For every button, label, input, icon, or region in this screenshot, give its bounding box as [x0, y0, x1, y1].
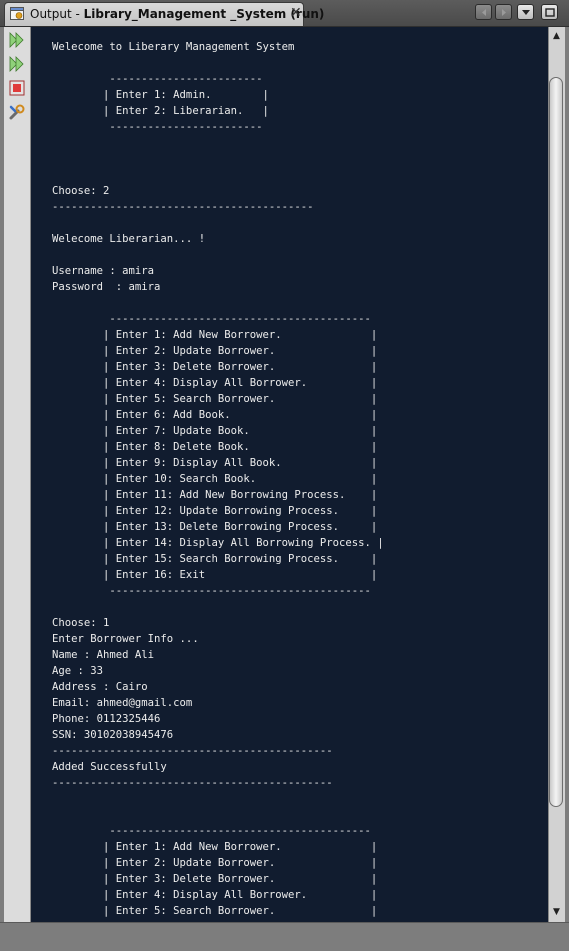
console-line: | Enter 6: Add Book. |: [52, 409, 378, 421]
console-line: Added Successfully: [52, 761, 167, 773]
console-line: ------------------------: [52, 73, 263, 85]
console-line: | Enter 13: Delete Borrowing Process. |: [52, 521, 378, 533]
console-line: Username : amira: [52, 265, 155, 277]
output-tab-bar: Output - Library_Management _System (run…: [0, 0, 569, 27]
stop-icon[interactable]: [8, 79, 26, 97]
output-toolbar: [4, 27, 31, 922]
console-text: Welecome to Liberary Management System -…: [52, 39, 384, 922]
console-line: ----------------------------------------…: [52, 745, 333, 757]
console-line: | Enter 2: Update Borrower. |: [52, 857, 378, 869]
console-line: | Enter 2: Liberarian. |: [52, 105, 269, 117]
console-line: Welecome to Liberary Management System: [52, 41, 295, 53]
console-line: Choose: 2: [52, 185, 110, 197]
console-line: | Enter 9: Display All Book. |: [52, 457, 378, 469]
console-line: | Enter 12: Update Borrowing Process. |: [52, 505, 378, 517]
output-tab[interactable]: Output - Library_Management _System (run…: [4, 2, 324, 26]
console-line: Choose: 1: [52, 617, 110, 629]
console-line: | Enter 15: Search Borrowing Process. |: [52, 553, 378, 565]
status-strip: [0, 922, 569, 951]
settings-icon[interactable]: [8, 103, 26, 121]
console-line: | Enter 5: Search Borrower. |: [52, 393, 378, 405]
console-line: Enter Borrower Info ...: [52, 633, 199, 645]
console-line: ------------------------: [52, 121, 263, 133]
scroll-tabs-left-button[interactable]: [475, 4, 492, 20]
rerun-icon[interactable]: [8, 31, 26, 49]
console-line: | Enter 4: Display All Borrower. |: [52, 889, 378, 901]
console-line: | Enter 1: Add New Borrower. |: [52, 841, 378, 853]
tab-title-name: Library_Management _System (run): [83, 7, 325, 21]
show-opened-documents-button[interactable]: [517, 4, 534, 20]
console-line: | Enter 7: Update Book. |: [52, 425, 378, 437]
console-line: ----------------------------------------…: [52, 825, 371, 837]
tab-title: Output - Library_Management _System (run…: [30, 7, 324, 21]
console-line: | Enter 1: Add New Borrower. |: [52, 329, 378, 341]
rerun-with-options-icon[interactable]: [8, 55, 26, 73]
console-line: | Enter 10: Search Book. |: [52, 473, 378, 485]
console-line: | Enter 11: Add New Borrowing Process. |: [52, 489, 378, 501]
console-line: | Enter 8: Delete Book. |: [52, 441, 378, 453]
scrollbar-thumb[interactable]: [549, 77, 563, 807]
tab-title-prefix: Output -: [30, 7, 84, 21]
console-line: | Enter 16: Exit |: [52, 569, 378, 581]
console-line: Name : Ahmed Ali: [52, 649, 155, 661]
console-line: Welecome Liberarian... !: [52, 233, 206, 245]
console-line: | Enter 2: Update Borrower. |: [52, 345, 378, 357]
close-tab-icon[interactable]: ✕: [290, 5, 302, 21]
console-line: Email: ahmed@gmail.com: [52, 697, 193, 709]
console-line: | Enter 3: Delete Borrower. |: [52, 873, 378, 885]
scroll-up-icon[interactable]: ▲: [550, 29, 563, 43]
scroll-tabs-right-button[interactable]: [495, 4, 512, 20]
console-line: Address : Cairo: [52, 681, 148, 693]
console-line: | Enter 1: Admin. |: [52, 89, 269, 101]
console-line: Password : amira: [52, 281, 161, 293]
vertical-scrollbar[interactable]: ▲ ▼: [548, 27, 565, 922]
console-line: Age : 33: [52, 665, 104, 677]
console-line: | Enter 3: Delete Borrower. |: [52, 361, 378, 373]
console-output-area[interactable]: Welecome to Liberary Management System -…: [31, 27, 548, 922]
console-line: ----------------------------------------…: [52, 777, 333, 789]
output-window-icon: [10, 7, 24, 20]
console-line: ----------------------------------------…: [52, 313, 371, 325]
console-line: Phone: 0112325446: [52, 713, 161, 725]
console-line: ----------------------------------------…: [52, 585, 371, 597]
console-line: | Enter 4: Display All Borrower. |: [52, 377, 378, 389]
console-line: ----------------------------------------…: [52, 201, 314, 213]
scroll-down-icon[interactable]: ▼: [550, 905, 563, 919]
console-line: | Enter 5: Search Borrower. |: [52, 905, 378, 917]
console-line: SSN: 30102038945476: [52, 729, 174, 741]
console-line: | Enter 14: Display All Borrowing Proces…: [52, 537, 384, 549]
maximize-window-button[interactable]: [541, 4, 558, 20]
